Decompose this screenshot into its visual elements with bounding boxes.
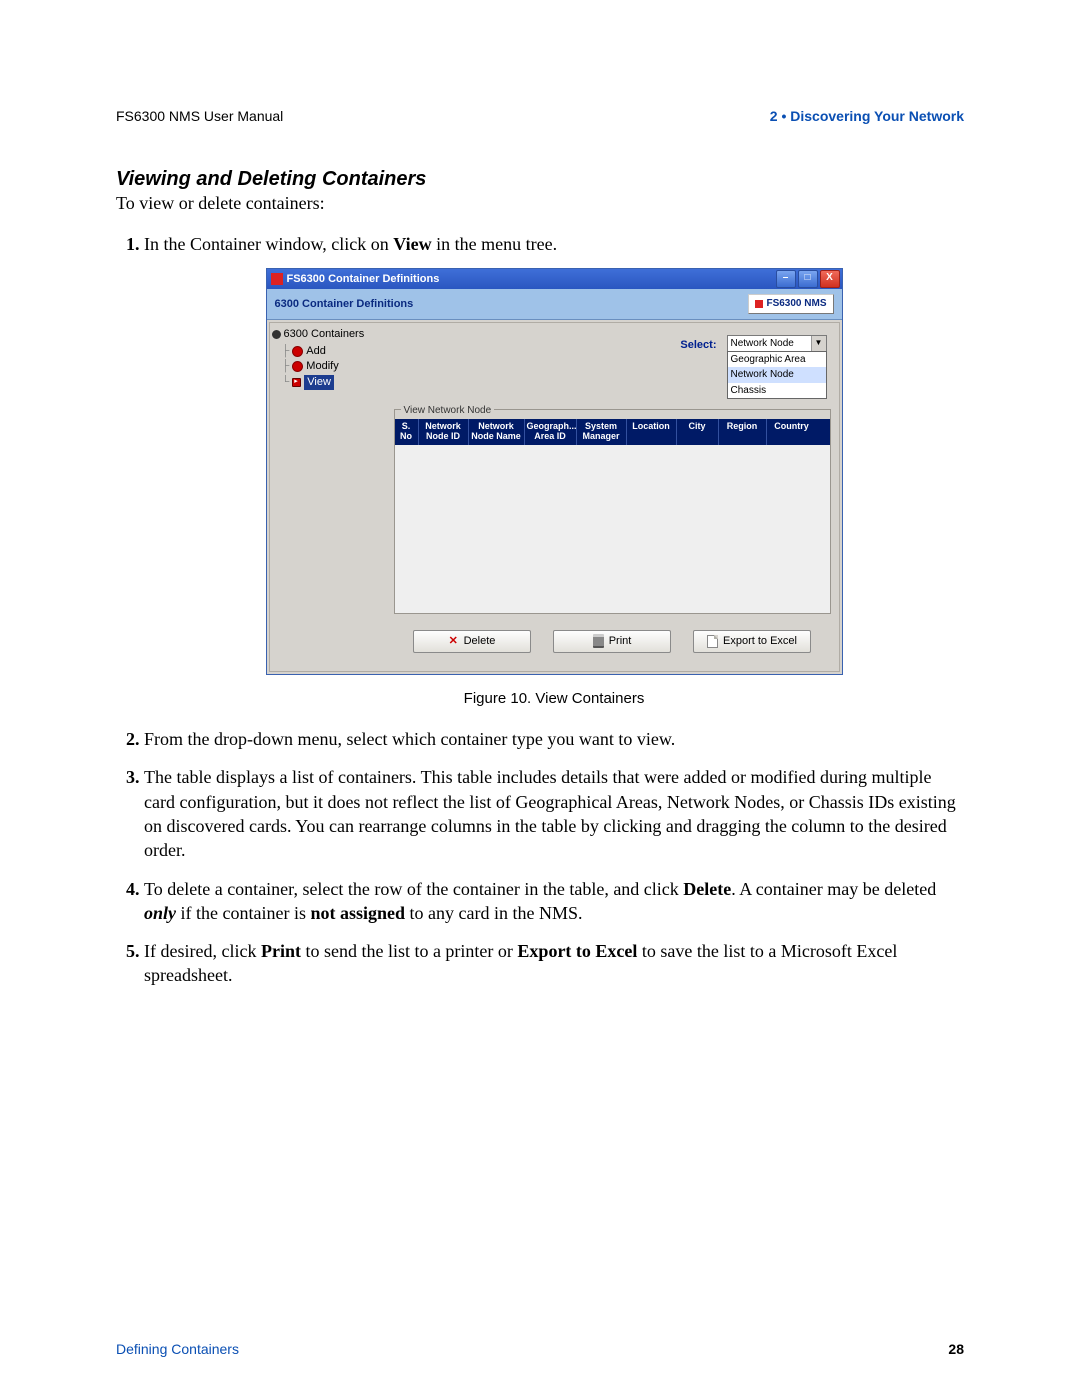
fieldset-legend: View Network Node	[401, 405, 495, 416]
chevron-down-icon[interactable]: ▼	[811, 336, 826, 351]
step-1-pre: In the Container window, click on	[144, 234, 393, 254]
table-header-row: S. No Network Node ID Network Node Name …	[395, 419, 830, 445]
window-maximize-button[interactable]: □	[798, 270, 818, 288]
add-icon	[292, 346, 303, 357]
step-5-mid1: to send the list to a printer or	[301, 941, 517, 961]
step-5-b2: Export to Excel	[517, 941, 637, 961]
step-5-pre: If desired, click	[144, 941, 261, 961]
footer-page-number: 28	[948, 1341, 964, 1357]
tree-item-add[interactable]: ├ Add	[282, 344, 384, 359]
header-left: FS6300 NMS User Manual	[116, 108, 283, 124]
tree-root-label: 6300 Containers	[284, 327, 365, 342]
select-option[interactable]: Geographic Area	[728, 352, 826, 368]
column-header[interactable]: Network Node Name	[469, 419, 525, 445]
tree-branch-icon: └	[282, 375, 290, 390]
step-1-bold: View	[393, 234, 431, 254]
tree-branch-icon: ├	[282, 359, 290, 374]
step-4-em: only	[144, 903, 176, 923]
window-title: FS6300 Container Definitions	[287, 272, 440, 287]
table-body[interactable]	[395, 445, 830, 613]
footer-section: Defining Containers	[116, 1341, 239, 1357]
step-5-b1: Print	[261, 941, 301, 961]
panel-subheader: 6300 Container Definitions FS6300 NMS	[267, 289, 842, 320]
tree-branch-icon: ├	[282, 344, 290, 359]
column-header[interactable]: Region	[719, 419, 767, 445]
tree-item-view[interactable]: └ View	[282, 375, 384, 390]
step-4-mid2: if the container is	[176, 903, 310, 923]
print-button[interactable]: Print	[553, 630, 671, 653]
export-excel-button[interactable]: Export to Excel	[693, 630, 811, 653]
tree-pane: 6300 Containers ├ Add ├	[270, 323, 386, 671]
step-4-b1: Delete	[683, 879, 731, 899]
step-2: From the drop-down menu, select which co…	[144, 727, 964, 751]
column-header[interactable]: Country	[767, 419, 817, 445]
page-header: FS6300 NMS User Manual 2 • Discovering Y…	[116, 108, 964, 124]
select-container-type[interactable]: Network Node ▼	[727, 335, 827, 352]
figure-caption: Figure 10. View Containers	[144, 689, 964, 709]
print-label: Print	[609, 634, 632, 649]
tree-item-label: Modify	[306, 359, 338, 374]
excel-icon	[707, 635, 718, 648]
step-4-post: to any card in the NMS.	[405, 903, 582, 923]
tree-root[interactable]: 6300 Containers	[272, 327, 384, 342]
app-icon	[271, 273, 283, 285]
brand-icon	[755, 300, 763, 308]
section-title: Viewing and Deleting Containers	[116, 168, 964, 191]
select-option[interactable]: Network Node	[728, 367, 826, 383]
column-header[interactable]: S. No	[395, 419, 419, 445]
column-header[interactable]: Geograph... Area ID	[525, 419, 577, 445]
select-value: Network Node	[728, 336, 811, 351]
select-label: Select:	[398, 335, 721, 353]
window-titlebar[interactable]: FS6300 Container Definitions – □ X	[267, 269, 842, 289]
main-pane: Select: Network Node ▼ Geographic Area N…	[386, 323, 839, 671]
page-footer: Defining Containers 28	[116, 1341, 964, 1357]
view-network-node-group: View Network Node S. No Network Node ID …	[394, 409, 831, 614]
step-3: The table displays a list of containers.…	[144, 765, 964, 862]
tree-root-icon	[272, 330, 281, 339]
header-right: 2 • Discovering Your Network	[770, 108, 964, 124]
modify-icon	[292, 361, 303, 372]
tree-item-modify[interactable]: ├ Modify	[282, 359, 384, 374]
step-4-b2: not assigned	[310, 903, 405, 923]
step-4-mid: . A container may be deleted	[731, 879, 936, 899]
step-1-post: in the menu tree.	[432, 234, 557, 254]
delete-button[interactable]: ✕ Delete	[413, 630, 531, 653]
window-close-button[interactable]: X	[820, 270, 840, 288]
step-5: If desired, click Print to send the list…	[144, 939, 964, 988]
select-dropdown-list[interactable]: Geographic Area Network Node Chassis	[727, 351, 827, 400]
window-minimize-button[interactable]: –	[776, 270, 796, 288]
column-header[interactable]: Location	[627, 419, 677, 445]
step-4-pre: To delete a container, select the row of…	[144, 879, 683, 899]
delete-label: Delete	[464, 634, 496, 649]
intro-text: To view or delete containers:	[116, 193, 964, 214]
step-4: To delete a container, select the row of…	[144, 877, 964, 926]
view-icon	[292, 378, 301, 387]
delete-icon: ✕	[449, 636, 459, 646]
select-option[interactable]: Chassis	[728, 383, 826, 399]
column-header[interactable]: Network Node ID	[419, 419, 469, 445]
brand-tag: FS6300 NMS	[748, 294, 833, 314]
print-icon	[593, 634, 604, 648]
figure-10: FS6300 Container Definitions – □ X 6300 …	[144, 268, 964, 709]
app-window: FS6300 Container Definitions – □ X 6300 …	[266, 268, 843, 675]
tree-item-label: View	[304, 375, 334, 390]
action-row: ✕ Delete Print Export to Excel	[394, 620, 831, 659]
column-header[interactable]: System Manager	[577, 419, 627, 445]
panel-title: 6300 Container Definitions	[275, 297, 414, 312]
export-label: Export to Excel	[723, 634, 797, 649]
tree-item-label: Add	[306, 344, 326, 359]
column-header[interactable]: City	[677, 419, 719, 445]
step-1: In the Container window, click on View i…	[144, 232, 964, 709]
brand-text: FS6300 NMS	[766, 297, 826, 311]
